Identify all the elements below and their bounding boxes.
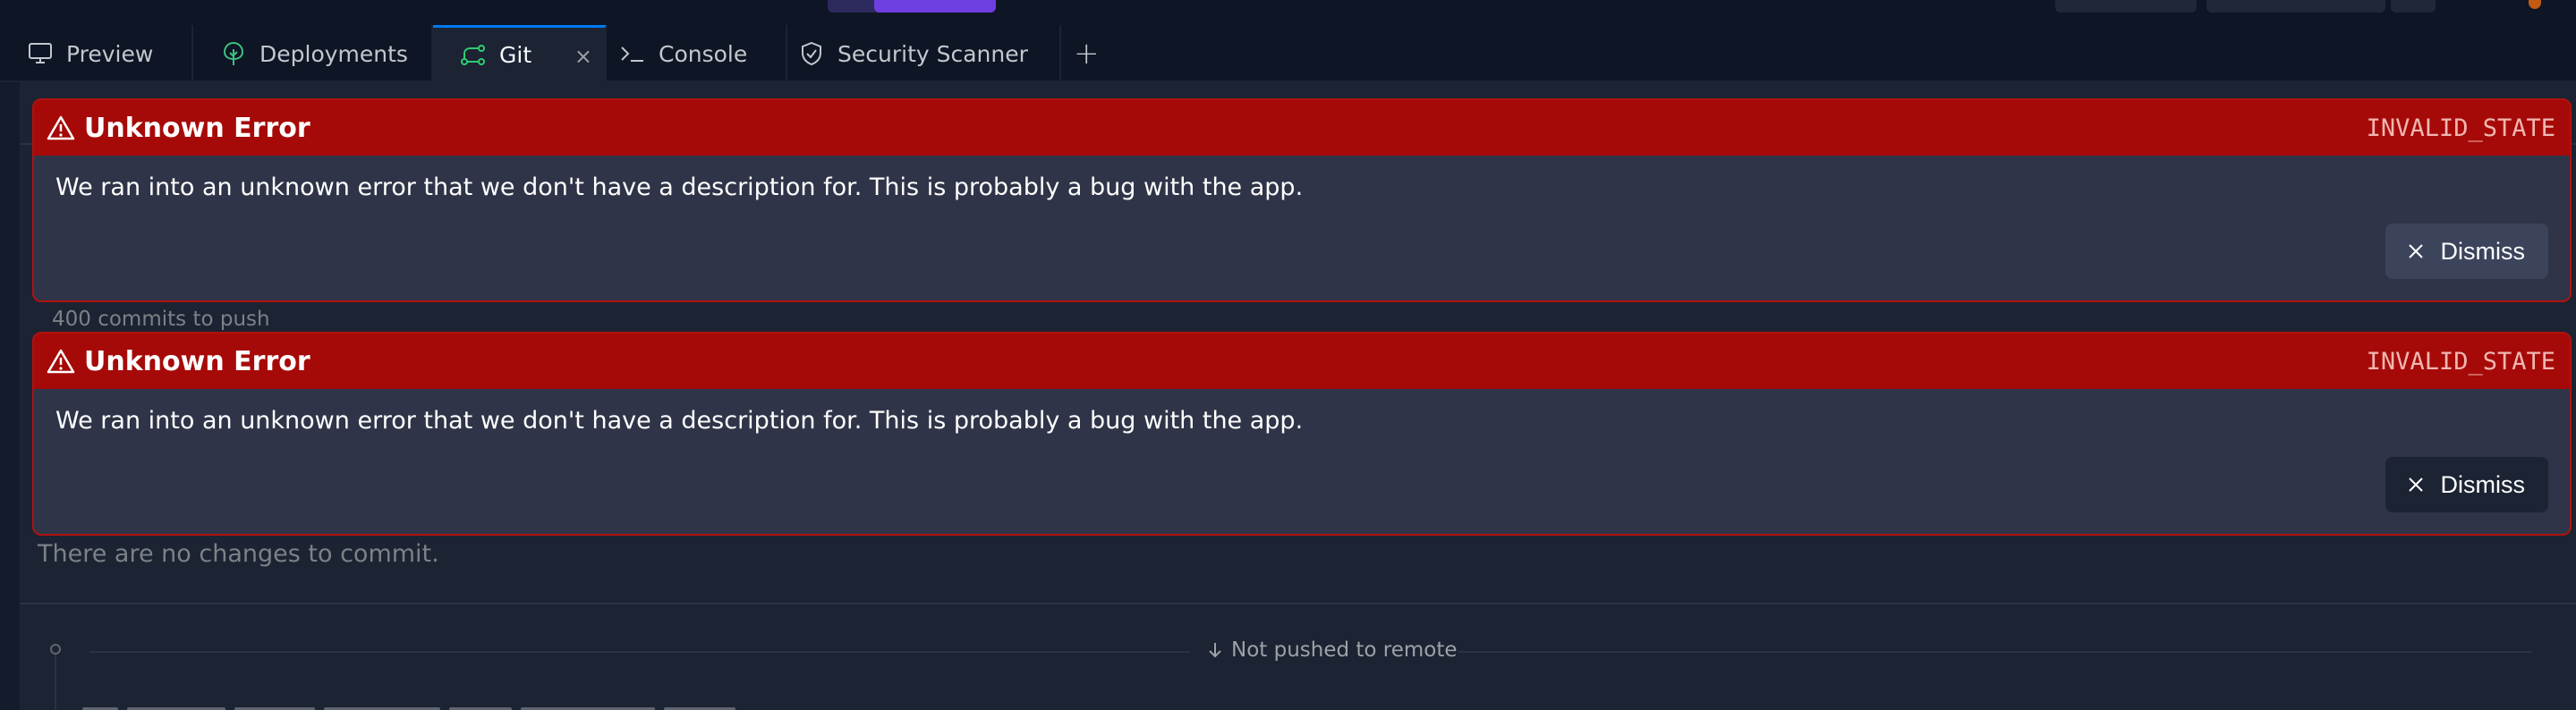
toolbar-button-placeholder[interactable] xyxy=(2055,0,2197,13)
tab-deployments[interactable]: Deployments xyxy=(193,25,433,82)
timeline-dot xyxy=(50,644,61,655)
shield-icon xyxy=(798,40,825,67)
tab-label: Git xyxy=(499,42,532,68)
dismiss-label: Dismiss xyxy=(2440,237,2526,265)
deployments-icon xyxy=(220,40,247,67)
monitor-icon xyxy=(27,40,54,67)
close-icon xyxy=(2408,244,2423,258)
tab-label: Deployments xyxy=(259,40,408,67)
error-toast: Unknown Error INVALID_STATE We ran into … xyxy=(32,98,2572,302)
error-code: INVALID_STATE xyxy=(2366,347,2555,376)
close-icon xyxy=(2408,478,2423,492)
not-pushed-text: Not pushed to remote xyxy=(1231,638,1458,662)
tab-bar: Preview Deployments Git × Console Securi… xyxy=(0,25,2576,82)
dismiss-label: Dismiss xyxy=(2440,470,2526,498)
add-tab-button[interactable]: + xyxy=(1074,25,1100,82)
error-header: Unknown Error INVALID_STATE xyxy=(34,334,2570,389)
git-branch-icon xyxy=(460,42,487,69)
top-toolbar xyxy=(0,0,2576,25)
error-title: Unknown Error xyxy=(84,345,310,377)
divider xyxy=(89,651,1190,653)
terminal-icon xyxy=(619,40,646,67)
error-toast: Unknown Error INVALID_STATE We ran into … xyxy=(32,332,2572,536)
error-title: Unknown Error xyxy=(84,112,310,144)
warning-icon xyxy=(47,115,75,140)
commits-to-push-text: 400 commits to push xyxy=(52,308,270,331)
run-button[interactable] xyxy=(874,0,996,13)
timeline-line xyxy=(55,655,56,710)
arrow-down-icon xyxy=(1209,643,1221,658)
tab-preview[interactable]: Preview xyxy=(0,25,193,82)
error-message: We ran into an unknown error that we don… xyxy=(55,173,1304,201)
toolbar-button-placeholder[interactable] xyxy=(2206,0,2385,13)
error-message: We ran into an unknown error that we don… xyxy=(55,407,1304,435)
divider xyxy=(1458,651,2532,653)
avatar[interactable] xyxy=(2529,0,2541,9)
dismiss-button[interactable]: Dismiss xyxy=(2385,224,2548,279)
no-changes-text: There are no changes to commit. xyxy=(38,540,439,568)
tab-label: Security Scanner xyxy=(837,40,1028,67)
tab-label: Preview xyxy=(66,40,154,67)
divider xyxy=(20,603,2576,604)
error-code: INVALID_STATE xyxy=(2366,114,2555,142)
warning-icon xyxy=(47,349,75,374)
dismiss-button[interactable]: Dismiss xyxy=(2385,457,2548,512)
commit-message-partial xyxy=(82,697,762,710)
toolbar-button-placeholder[interactable] xyxy=(2391,0,2436,13)
left-panel-edge xyxy=(0,82,20,710)
tab-git[interactable]: Git × xyxy=(433,25,607,82)
close-tab-icon[interactable]: × xyxy=(574,44,592,69)
tab-console[interactable]: Console xyxy=(607,25,787,82)
error-header: Unknown Error INVALID_STATE xyxy=(34,100,2570,156)
tab-label: Console xyxy=(659,40,748,67)
not-pushed-label: Not pushed to remote xyxy=(1208,638,1458,662)
tab-security-scanner[interactable]: Security Scanner xyxy=(787,25,1061,82)
